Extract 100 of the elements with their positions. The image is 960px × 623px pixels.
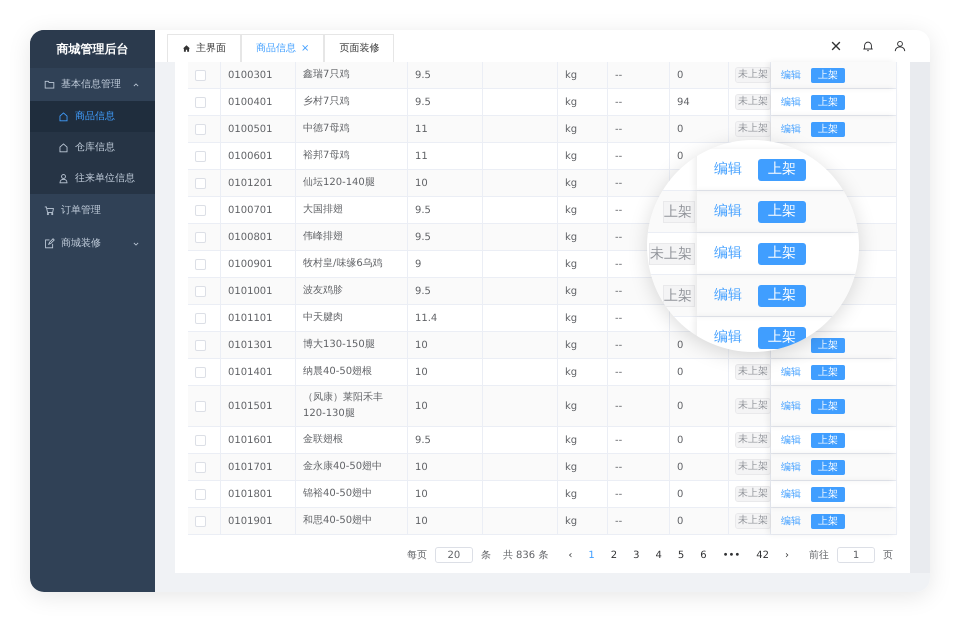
- table-cell-text: --: [615, 150, 622, 164]
- tab[interactable]: 页面装修: [324, 34, 394, 62]
- price-cell-text: 9: [415, 258, 422, 272]
- user-icon[interactable]: [894, 40, 906, 52]
- page-button[interactable]: 42: [752, 548, 773, 562]
- product-name: 博大130-150腿: [303, 338, 375, 352]
- price-cell-text: 11: [415, 122, 428, 136]
- product-code: 0100501: [228, 122, 273, 136]
- product-code: 0101701: [228, 460, 273, 474]
- product-code: 0100901: [228, 258, 273, 272]
- sidebar-title: 商城管理后台: [30, 30, 155, 68]
- status-tag: 未上架: [735, 432, 771, 448]
- unit-cell-text: kg: [565, 400, 578, 414]
- unit-cell-text: kg: [565, 122, 578, 136]
- product-code: 0101001: [228, 284, 273, 298]
- page-button[interactable]: 1: [584, 548, 599, 562]
- page-button[interactable]: 5: [674, 548, 688, 562]
- prev-page-button[interactable]: ‹: [564, 548, 576, 562]
- quantity-cell-text: 0: [677, 68, 684, 82]
- edit-link[interactable]: 编辑: [714, 285, 742, 306]
- close-icon[interactable]: [830, 40, 842, 52]
- checkbox[interactable]: [195, 286, 206, 296]
- cart-icon: [44, 205, 55, 216]
- bell-icon[interactable]: [862, 40, 874, 52]
- tab-close-button[interactable]: ×: [301, 41, 310, 56]
- publish-button[interactable]: 上架: [811, 68, 845, 82]
- checkbox[interactable]: [195, 516, 206, 526]
- checkbox[interactable]: [195, 434, 206, 446]
- publish-button[interactable]: 上架: [758, 158, 806, 180]
- sidebar-item[interactable]: 订单管理: [30, 194, 155, 227]
- status-tag: 未上架: [735, 121, 771, 137]
- sidebar-item[interactable]: 往来单位信息: [30, 163, 155, 194]
- unit-cell-text: kg: [565, 514, 578, 528]
- publish-button[interactable]: 上架: [811, 460, 845, 474]
- menu-label: 往来单位信息: [75, 172, 135, 186]
- edit-link[interactable]: 编辑: [781, 68, 801, 82]
- sidebar-item[interactable]: 商城装修: [30, 227, 155, 260]
- edit-link[interactable]: 编辑: [714, 201, 742, 222]
- edit-link[interactable]: 编辑: [781, 398, 801, 414]
- publish-button[interactable]: 上架: [758, 326, 806, 348]
- page-size-field[interactable]: 20: [434, 547, 473, 563]
- publish-button[interactable]: 上架: [811, 486, 845, 502]
- checkbox[interactable]: [195, 70, 206, 80]
- sidebar-item[interactable]: 仓库信息: [30, 132, 155, 163]
- goto-page-field[interactable]: 1: [837, 547, 875, 563]
- publish-button[interactable]: 上架: [758, 242, 806, 264]
- edit-link[interactable]: 编辑: [781, 432, 801, 448]
- price-cell-text: 10: [415, 400, 428, 414]
- publish-button[interactable]: 上架: [811, 514, 845, 528]
- table-cell-text: --: [615, 312, 622, 326]
- checkbox[interactable]: [195, 312, 206, 324]
- edit-link[interactable]: 编辑: [781, 486, 801, 502]
- checkbox[interactable]: [195, 258, 206, 270]
- edit-link[interactable]: 编辑: [781, 94, 801, 110]
- checkbox[interactable]: [195, 340, 206, 350]
- checkbox[interactable]: [195, 232, 206, 242]
- publish-button[interactable]: 上架: [811, 338, 845, 352]
- next-page-button[interactable]: ›: [781, 548, 793, 562]
- publish-button[interactable]: 上架: [758, 284, 806, 306]
- checkbox[interactable]: [195, 400, 206, 412]
- page-button[interactable]: 4: [651, 548, 666, 562]
- checkbox[interactable]: [195, 488, 206, 500]
- unit-cell-text: kg: [565, 258, 578, 272]
- checkbox[interactable]: [195, 462, 206, 472]
- publish-button[interactable]: 上架: [811, 122, 845, 136]
- product-code: 0100301: [228, 68, 273, 82]
- edit-link[interactable]: 编辑: [714, 327, 742, 348]
- goto-unit: 页: [883, 548, 893, 562]
- checkbox[interactable]: [195, 366, 206, 378]
- table-cell-text: --: [615, 434, 622, 448]
- checkbox[interactable]: [195, 204, 206, 216]
- publish-button[interactable]: 上架: [811, 398, 845, 414]
- edit-link[interactable]: 编辑: [714, 243, 742, 264]
- product-name: 乡村7只鸡: [303, 94, 350, 109]
- page-button[interactable]: 2: [606, 548, 622, 562]
- unit-cell-text: kg: [565, 150, 578, 164]
- publish-button[interactable]: 上架: [758, 200, 806, 222]
- checkbox[interactable]: [195, 178, 206, 188]
- page-button[interactable]: 3: [629, 548, 644, 562]
- tab[interactable]: 商品信息 ×: [241, 34, 324, 62]
- sidebar-item[interactable]: 商品信息: [30, 101, 155, 132]
- checkbox[interactable]: [195, 96, 206, 108]
- publish-button[interactable]: 上架: [811, 364, 845, 380]
- edit-link[interactable]: 编辑: [781, 460, 801, 474]
- checkbox[interactable]: [195, 150, 206, 162]
- edit-link[interactable]: 编辑: [714, 159, 742, 180]
- edit-link[interactable]: 编辑: [781, 514, 801, 528]
- edit-link[interactable]: 编辑: [781, 122, 801, 136]
- table-cell-text: --: [615, 460, 622, 474]
- page-button[interactable]: 6: [696, 548, 711, 562]
- price-cell-text: 9.5: [415, 204, 431, 218]
- checkbox[interactable]: [195, 124, 206, 134]
- total-count: 共 836 条: [502, 548, 548, 562]
- edit-link[interactable]: 编辑: [781, 364, 801, 380]
- publish-button[interactable]: 上架: [811, 432, 845, 448]
- page-button[interactable]: •••: [718, 548, 744, 562]
- sidebar-item[interactable]: 基本信息管理: [30, 68, 155, 101]
- quantity-cell-text: 0: [677, 338, 684, 352]
- tab[interactable]: 主界面: [167, 34, 241, 62]
- publish-button[interactable]: 上架: [811, 94, 845, 110]
